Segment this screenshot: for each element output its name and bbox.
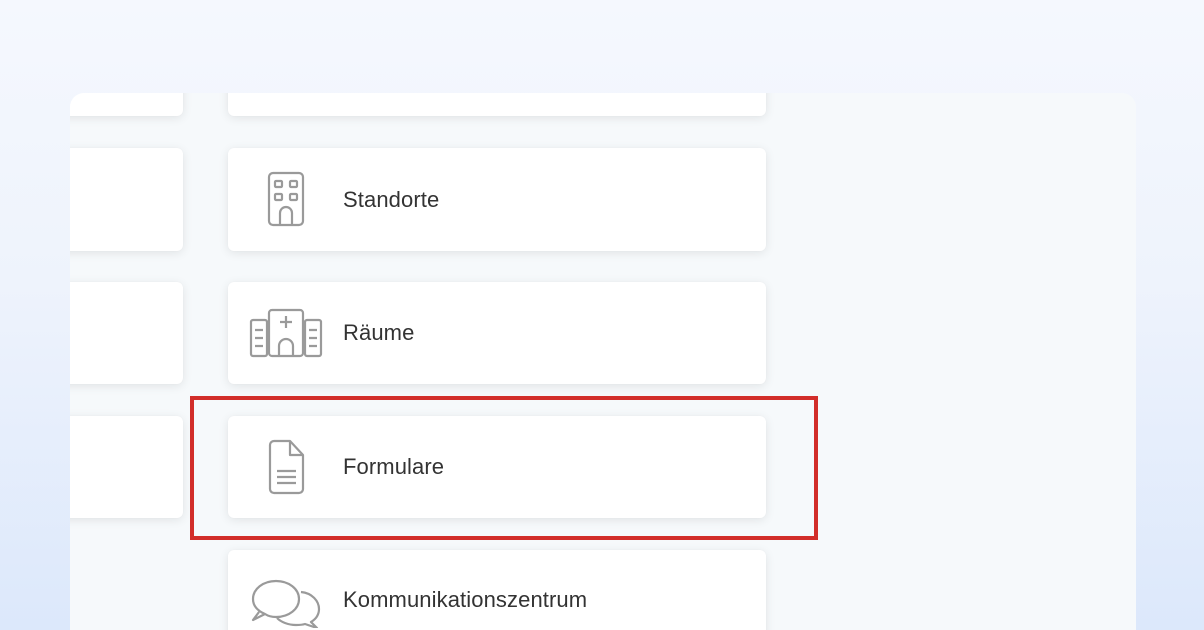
menu-tile-standorte[interactable]: Standorte [228,148,766,251]
building-icon [248,170,324,230]
hospital-icon [248,303,324,363]
left-tile-3[interactable] [70,282,183,384]
menu-label-raeume: Räume [343,320,415,345]
menu-tile-top[interactable] [228,93,766,116]
menu-label-formulare: Formulare [343,454,445,479]
menu-label-kommunikationszentrum: Kommunikationszentrum [343,587,588,612]
menu-tile-raeume[interactable]: Räume [228,282,766,384]
left-tile-2[interactable] [70,148,183,251]
chat-bubbles-icon [248,564,324,630]
left-tile-4[interactable] [70,416,183,518]
menu-label-standorte: Standorte [343,186,440,212]
content-panel: Standorte Räume Formulare Kommunikations… [70,93,1136,630]
menu-tile-formulare[interactable]: Formulare [228,416,766,518]
menu-tile-kommunikationszentrum[interactable]: Kommunikationszentrum [228,550,766,630]
left-tile-1[interactable] [70,93,183,116]
document-icon [248,437,324,497]
